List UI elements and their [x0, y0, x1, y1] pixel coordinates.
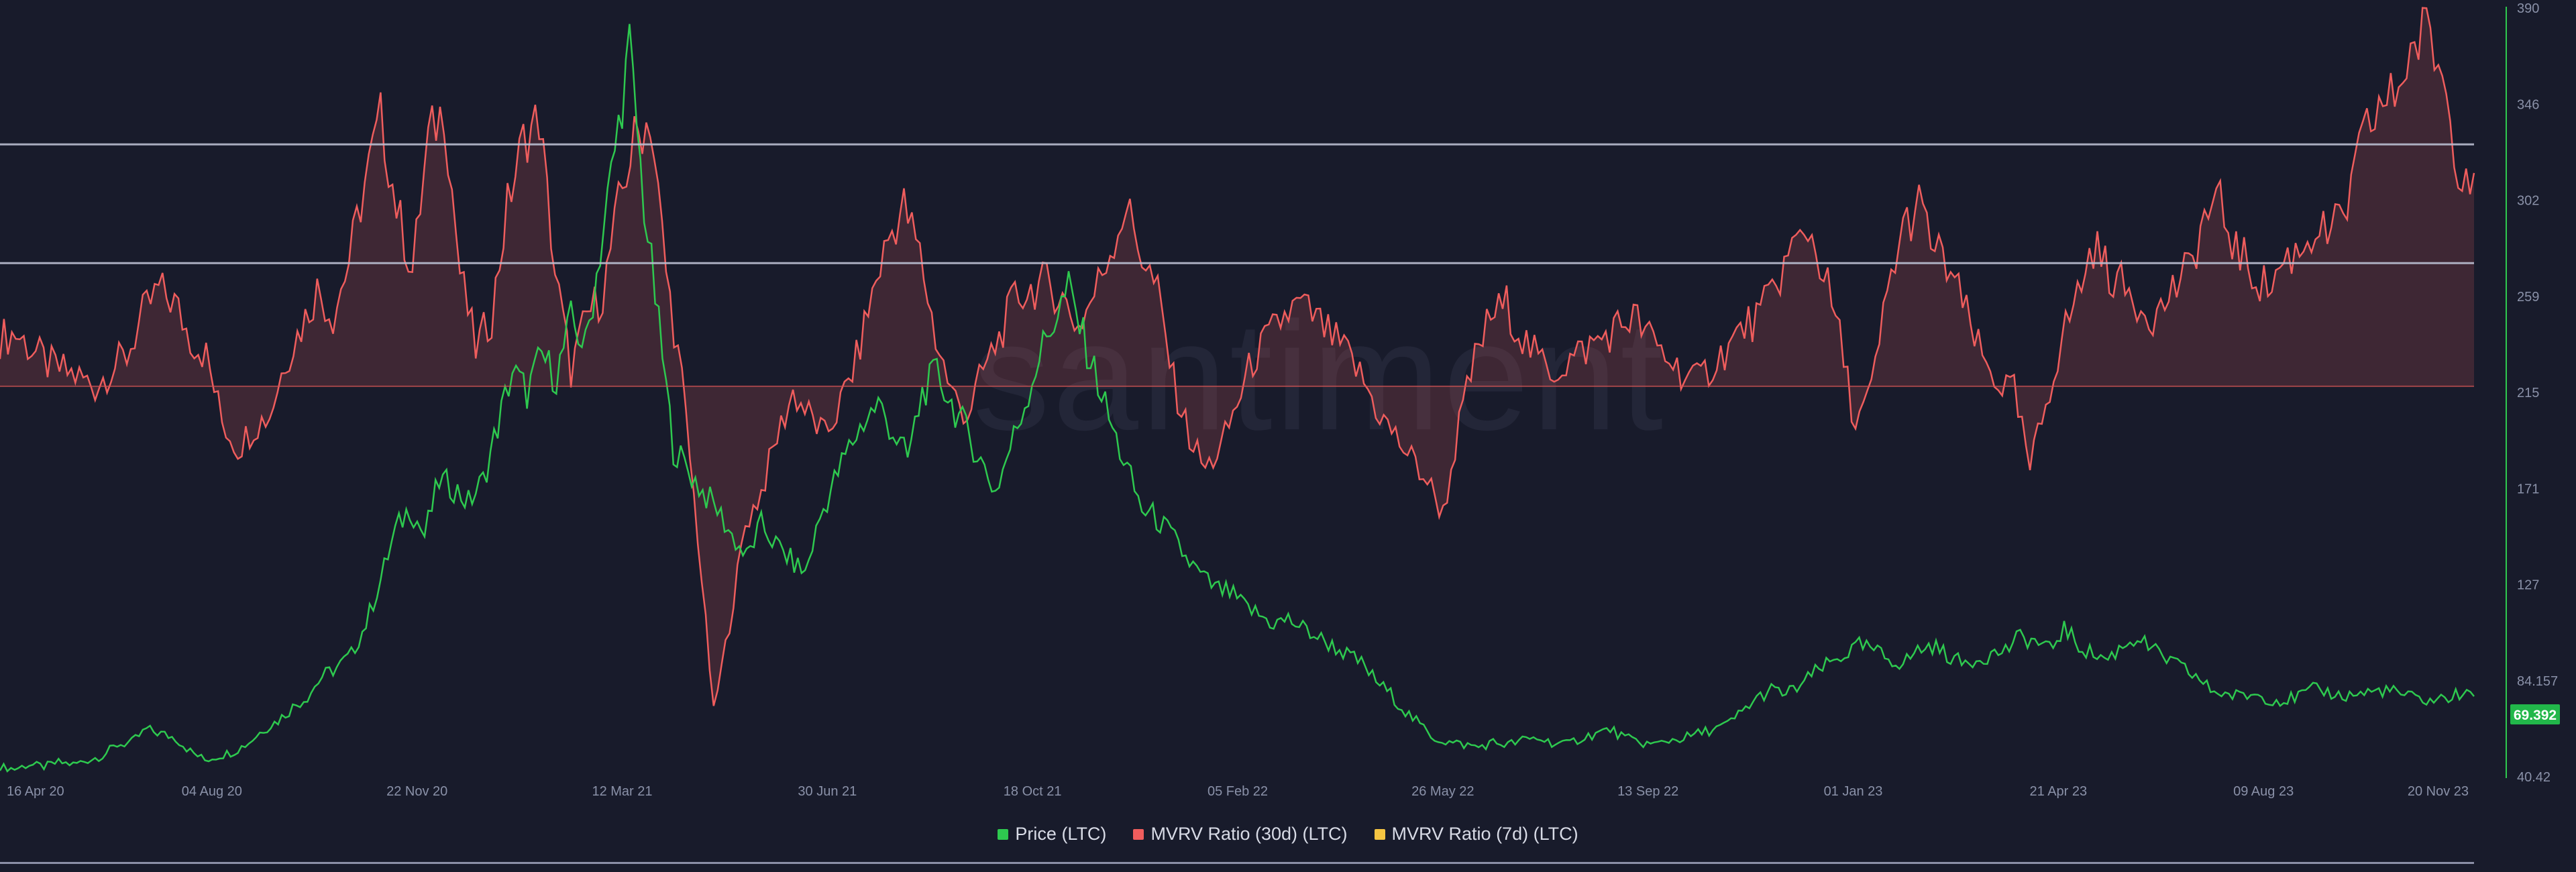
- y-tick-label: 40.42: [2517, 770, 2551, 785]
- x-axis-ticks: 16 Apr 20 04 Aug 20 22 Nov 20 12 Mar 21 30 J…: [7, 784, 2469, 799]
- x-tick-label: 22 Nov 20: [386, 784, 447, 799]
- legend: Price (LTC) MVRV Ratio (30d) (LTC) MVRV …: [0, 824, 2576, 844]
- legend-label-price: Price (LTC): [1015, 824, 1107, 844]
- x-tick-label: 20 Nov 23: [2408, 784, 2469, 799]
- x-tick-label: 04 Aug 20: [182, 784, 242, 799]
- mvrv-30d-swatch-icon: [1133, 828, 1144, 840]
- series-layer: [0, 7, 2475, 773]
- mvrv-7d-swatch-icon: [1374, 828, 1385, 840]
- x-tick-label: 30 Jun 21: [798, 784, 857, 799]
- x-tick-label: 12 Mar 21: [592, 784, 652, 799]
- y-tick-label: 259: [2517, 290, 2539, 305]
- y-tick-label: 171: [2517, 482, 2539, 496]
- legend-label-mvrv-30d: MVRV Ratio (30d) (LTC): [1150, 824, 1348, 844]
- y-axis-ticks: 390 346 302 259 215 171 127 84.157 40.42: [2517, 1, 2558, 785]
- legend-item-mvrv-30d[interactable]: MVRV Ratio (30d) (LTC): [1133, 824, 1348, 844]
- legend-item-price[interactable]: Price (LTC): [998, 824, 1106, 844]
- y-tick-label: 127: [2517, 578, 2539, 593]
- price-swatch-icon: [998, 828, 1009, 840]
- x-tick-label: 16 Apr 20: [7, 784, 64, 799]
- y-tick-label: 84.157: [2517, 674, 2558, 689]
- x-tick-label: 13 Sep 22: [1617, 784, 1678, 799]
- y-tick-label: 215: [2517, 386, 2539, 400]
- x-tick-label: 09 Aug 23: [2233, 784, 2294, 799]
- x-tick-label: 01 Jan 23: [1824, 784, 1883, 799]
- current-price-badge: 69.392: [2510, 704, 2560, 724]
- x-tick-label: 18 Oct 21: [1004, 784, 1062, 799]
- chart-canvas: santiment 39034630225921517112784.15740.…: [0, 1, 2560, 799]
- y-tick-label: 390: [2517, 1, 2539, 16]
- legend-label-mvrv-7d: MVRV Ratio (7d) (LTC): [1391, 824, 1578, 844]
- x-tick-label: 21 Apr 23: [2030, 784, 2088, 799]
- legend-item-mvrv-7d[interactable]: MVRV Ratio (7d) (LTC): [1374, 824, 1578, 844]
- bottom-divider: [0, 862, 2474, 864]
- y-tick-label: 346: [2517, 97, 2539, 112]
- y-tick-label: 302: [2517, 194, 2539, 209]
- x-tick-label: 26 May 22: [1411, 784, 1474, 799]
- x-tick-label: 05 Feb 22: [1208, 784, 1268, 799]
- current-price-label: 69.392: [2514, 708, 2557, 723]
